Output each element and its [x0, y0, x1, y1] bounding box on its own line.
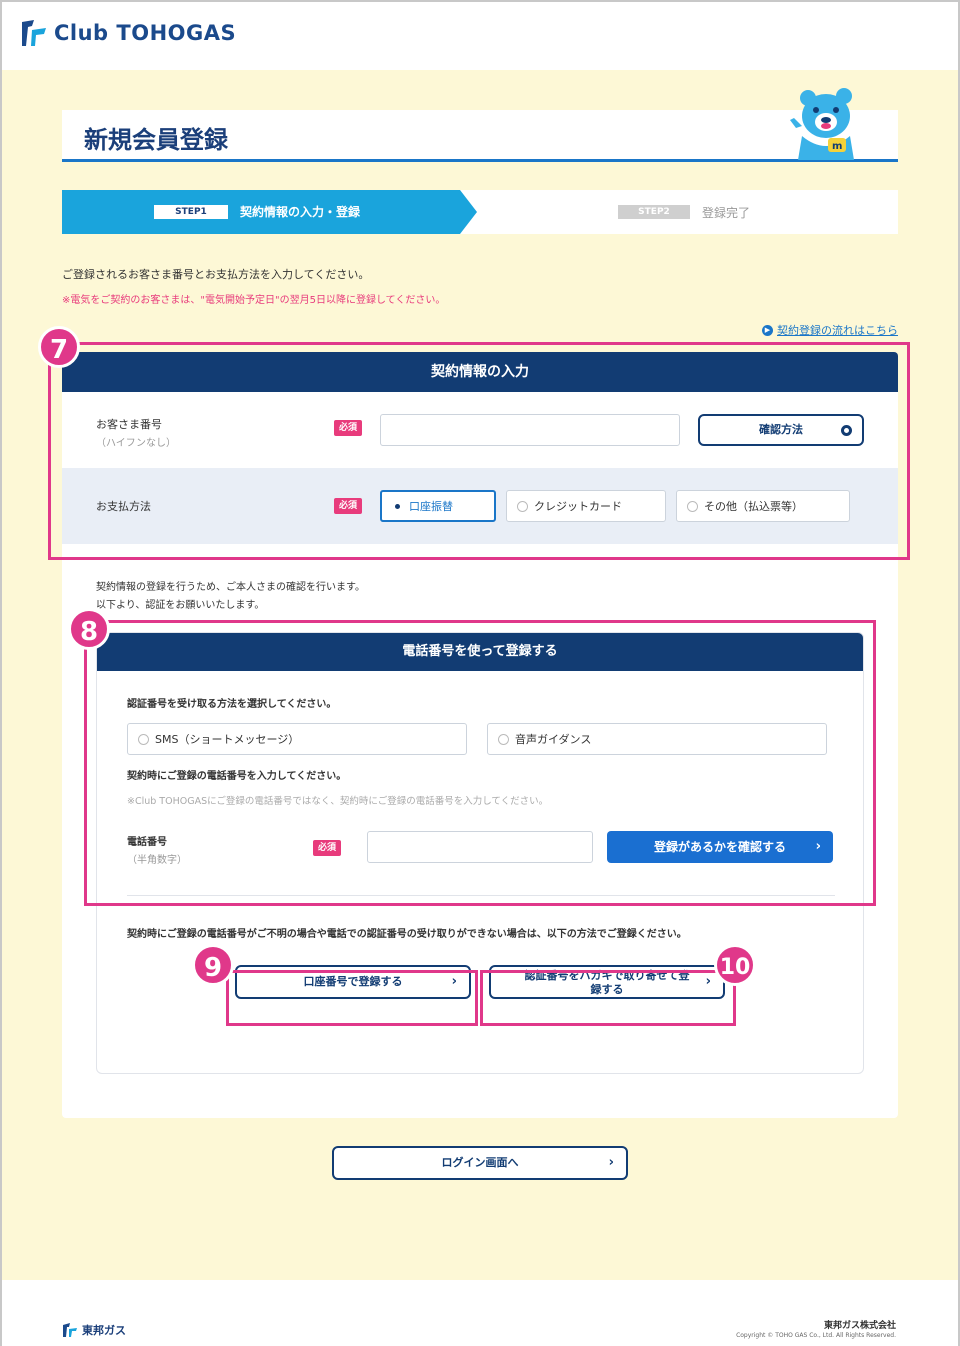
site-footer: 東邦ガス 東邦ガス株式会社 Copyright © TOHO GAS Co., …: [2, 1280, 958, 1346]
tohogas-footer-logo[interactable]: 東邦ガス: [62, 1322, 126, 1338]
highlight-box-8: [84, 620, 876, 906]
step1: STEP1 契約情報の入力・登録: [62, 190, 477, 234]
login-screen-button[interactable]: ログイン画面へ ›: [332, 1146, 628, 1180]
page-title: 新規会員登録: [84, 126, 228, 154]
svg-text:m: m: [832, 141, 842, 152]
bear-mascot-icon: m: [790, 88, 854, 160]
page-frame: Club TOHOGAS 新規会員登録 m STEP1 契約情報の入力・登録 S…: [0, 0, 960, 1346]
annotation-badge-10: 10: [714, 944, 756, 986]
annotation-badge-9: 9: [192, 944, 234, 986]
footer-copyright: Copyright © TOHO GAS Co., Ltd. All Right…: [736, 1332, 896, 1339]
intro-text: ご登録されるお客さま番号とお支払方法を入力してください。: [62, 268, 370, 281]
annotation-badge-8: 8: [68, 608, 110, 650]
logo-text: Club TOHOGAS: [54, 21, 237, 45]
highlight-box-10: [480, 970, 736, 1026]
flow-link[interactable]: ▶ 契約登録の流れはこちら: [762, 322, 898, 338]
chevron-right-icon: ›: [608, 1155, 614, 1170]
tohogas-logo-icon: [22, 20, 46, 46]
highlight-box-9: [226, 970, 478, 1026]
step1-label: 契約情報の入力・登録: [240, 205, 361, 219]
site-header: Club TOHOGAS: [2, 2, 958, 70]
club-tohogas-logo[interactable]: Club TOHOGAS: [20, 18, 236, 48]
step1-badge: STEP1: [154, 205, 228, 219]
auth-note-line2: 以下より、認証をお願いいたします。: [96, 600, 265, 611]
intro-warning: ※電気をご契約のお客さまは、"電気開始予定日"の翌月5日以降に登録してください。: [62, 295, 446, 306]
page-title-card: 新規会員登録: [62, 110, 898, 162]
annotation-badge-7: 7: [38, 326, 80, 368]
step2-badge: STEP2: [618, 205, 690, 219]
login-screen-label: ログイン画面へ: [441, 1156, 519, 1169]
arrow-circle-icon: ▶: [762, 324, 773, 336]
highlight-box-7: [48, 342, 910, 560]
step-indicator: STEP1 契約情報の入力・登録 STEP2 登録完了: [62, 190, 898, 234]
footer-company: 東邦ガス株式会社: [823, 1321, 896, 1331]
footer-logo-text: 東邦ガス: [82, 1324, 126, 1337]
tohogas-mark-icon: [63, 1323, 77, 1337]
flow-link-label: 契約登録の流れはこちら: [777, 324, 898, 337]
step2-label: 登録完了: [702, 206, 751, 220]
auth-note-line1: 契約情報の登録を行うため、ご本人さまの確認を行います。: [96, 582, 365, 593]
alt-note: 契約時にご登録の電話番号がご不明の場合や電話での認証番号の受け取りができない場合…: [127, 929, 687, 940]
